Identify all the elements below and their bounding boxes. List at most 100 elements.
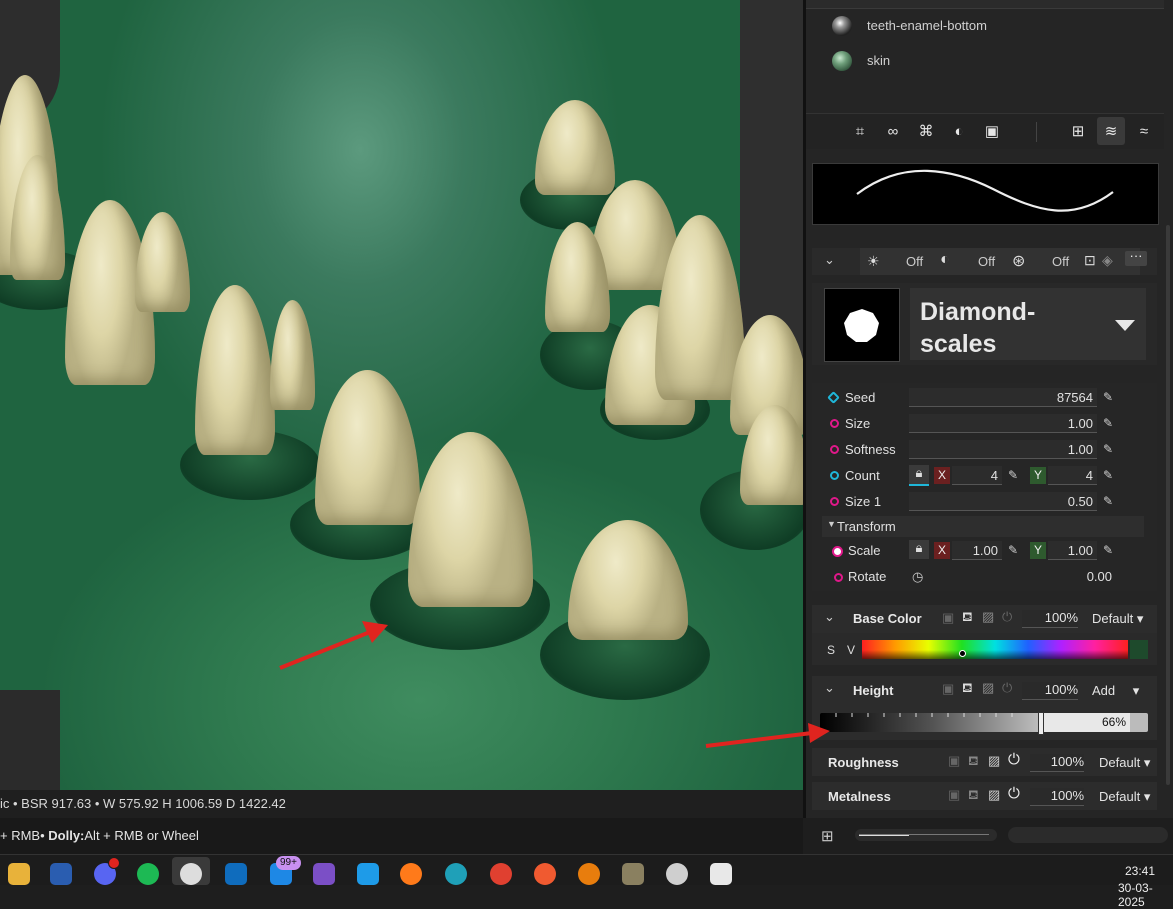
seed-field[interactable]: 87564	[909, 388, 1097, 407]
mask-icon[interactable]: ▣	[948, 787, 960, 803]
pencil-icon[interactable]: ✎	[1103, 416, 1113, 430]
app-icon[interactable]	[710, 863, 732, 885]
gpu-chip-icon[interactable]: ⊞	[821, 827, 834, 845]
contrast-icon[interactable]: ◐	[945, 117, 973, 145]
fill-icon[interactable]: ◈	[1102, 252, 1113, 269]
softness-field[interactable]: 1.00	[909, 440, 1097, 459]
pencil-icon[interactable]: ✎	[1103, 543, 1113, 557]
rotate-value[interactable]: 0.00	[1040, 569, 1112, 584]
layers-alt-icon[interactable]: ≈	[1130, 117, 1158, 145]
pattern-thumbnail[interactable]	[824, 288, 900, 362]
material-item-skin[interactable]: skin	[806, 43, 1164, 78]
grid-icon[interactable]: ⌘	[912, 117, 940, 145]
obs-icon[interactable]	[180, 863, 202, 885]
more-options-icon[interactable]: ···	[1125, 249, 1147, 266]
mask-icon[interactable]: ▣	[942, 610, 954, 626]
s-label[interactable]: S	[827, 643, 835, 657]
contrast-icon[interactable]: ◐	[940, 251, 950, 269]
size-field[interactable]: 1.00	[909, 414, 1097, 433]
link-icon[interactable]: ∞	[879, 117, 907, 145]
image-icon[interactable]: ▨	[982, 680, 994, 696]
filter-off-label[interactable]: Off	[1052, 254, 1069, 269]
image-icon[interactable]: ▨	[988, 787, 1000, 803]
pencil-icon[interactable]: ✎	[1008, 468, 1018, 482]
powershell-icon[interactable]	[50, 863, 72, 885]
blend-mode-dropdown[interactable]: Default ▾	[1099, 755, 1150, 771]
edge-icon[interactable]	[445, 863, 467, 885]
pencil-icon[interactable]: ✎	[1008, 543, 1018, 557]
blend-mode-dropdown[interactable]: Default ▾	[1099, 789, 1150, 805]
curve-preview[interactable]	[812, 163, 1159, 225]
hue-slider[interactable]	[862, 640, 1128, 659]
opacity-field[interactable]: 100%	[1022, 682, 1078, 700]
aperture-icon[interactable]: ⊛	[1012, 251, 1025, 271]
vscode-icon[interactable]	[357, 863, 379, 885]
filter-off-label[interactable]: Off	[978, 254, 995, 269]
image-icon[interactable]: ▨	[988, 753, 1000, 769]
firefox-icon[interactable]	[400, 863, 422, 885]
blend-mode-value: Add	[1092, 683, 1116, 698]
height-level-slider[interactable]: 66%	[820, 712, 1148, 735]
gimp-icon[interactable]	[622, 863, 644, 885]
color-swatch[interactable]	[1130, 640, 1148, 659]
visual-studio-icon[interactable]	[313, 863, 335, 885]
collapse-chevron-icon[interactable]: ⌄	[824, 252, 835, 268]
collapse-chevron-icon[interactable]: ⌄	[824, 680, 835, 696]
v-label[interactable]: V	[847, 643, 855, 657]
pencil-icon[interactable]: ✎	[1103, 494, 1113, 508]
transform-group-header[interactable]: ▼ Transform	[822, 516, 1144, 537]
filter-off-label[interactable]: Off	[906, 254, 923, 269]
outlook-icon[interactable]	[225, 863, 247, 885]
pencil-icon[interactable]: ✎	[1103, 468, 1113, 482]
viewport-status-bar: ic • BSR 917.63 • W 575.92 H 1006.59 D 1…	[0, 790, 803, 818]
crop-icon[interactable]: ⌗	[846, 117, 874, 145]
image-icon[interactable]: ▨	[982, 609, 994, 625]
file-explorer-icon[interactable]	[8, 863, 30, 885]
param-dot-icon	[830, 471, 839, 480]
scale-x-field[interactable]: 1.00	[952, 541, 1002, 560]
opacity-field[interactable]: 100%	[1022, 610, 1078, 628]
add-layer-icon[interactable]: ⊞	[1064, 117, 1092, 145]
blend-mode-dropdown[interactable]: Add ▾	[1092, 683, 1139, 699]
book-icon[interactable]: ▣	[978, 117, 1006, 145]
opacity-field[interactable]: 100%	[1030, 788, 1084, 806]
rotate-dial-icon[interactable]: ◷	[912, 569, 923, 585]
power-icon[interactable]: ⏻	[1008, 785, 1020, 802]
app-icon[interactable]	[534, 863, 556, 885]
blender-icon[interactable]	[578, 863, 600, 885]
3d-viewport[interactable]	[0, 0, 803, 790]
scale-y-field[interactable]: 1.00	[1048, 541, 1097, 560]
pattern-dropdown[interactable]: Diamond- scales	[910, 288, 1146, 360]
filter-bar	[860, 248, 1140, 275]
paint-bucket-icon[interactable]: ⛾	[968, 787, 979, 805]
power-icon[interactable]: ⏻	[1008, 751, 1020, 768]
material-item-teeth-enamel-bottom[interactable]: teeth-enamel-bottom	[806, 8, 1164, 43]
clock-time[interactable]: 23:41	[1125, 864, 1155, 878]
count-y-field[interactable]: 4	[1048, 466, 1097, 485]
count-x-field[interactable]: 4	[952, 466, 1002, 485]
mask-icon[interactable]: ▣	[948, 753, 960, 769]
spotify-icon[interactable]	[137, 863, 159, 885]
panel-scrollbar[interactable]	[1166, 225, 1170, 785]
paint-bucket-icon[interactable]: ⛾	[962, 609, 973, 627]
blend-mode-dropdown[interactable]: Default ▾	[1092, 611, 1143, 627]
robot-icon[interactable]: ⊡	[1084, 252, 1096, 269]
power-icon[interactable]: ⏻	[1002, 609, 1012, 625]
paint-bucket-icon[interactable]: ⛾	[962, 680, 973, 698]
lock-icon[interactable]: 🔒︎	[909, 465, 929, 486]
chrome-icon[interactable]	[490, 863, 512, 885]
pencil-icon[interactable]: ✎	[1103, 442, 1113, 456]
power-icon[interactable]: ⏻	[1002, 680, 1012, 696]
mask-icon[interactable]: ▣	[942, 681, 954, 697]
app-icon[interactable]	[666, 863, 688, 885]
size1-field[interactable]: 0.50	[909, 492, 1097, 511]
clock-date[interactable]: 30-03-2025	[1118, 881, 1173, 909]
brightness-icon[interactable]: ☀	[867, 253, 880, 270]
opacity-field[interactable]: 100%	[1030, 754, 1084, 772]
layers-icon[interactable]: ≋	[1097, 117, 1125, 145]
pencil-icon[interactable]: ✎	[1103, 390, 1113, 404]
paint-bucket-icon[interactable]: ⛾	[968, 753, 979, 771]
collapse-chevron-icon[interactable]: ⌄	[824, 609, 835, 625]
hue-handle[interactable]	[959, 650, 966, 657]
lock-icon[interactable]: 🔒︎	[909, 540, 929, 559]
